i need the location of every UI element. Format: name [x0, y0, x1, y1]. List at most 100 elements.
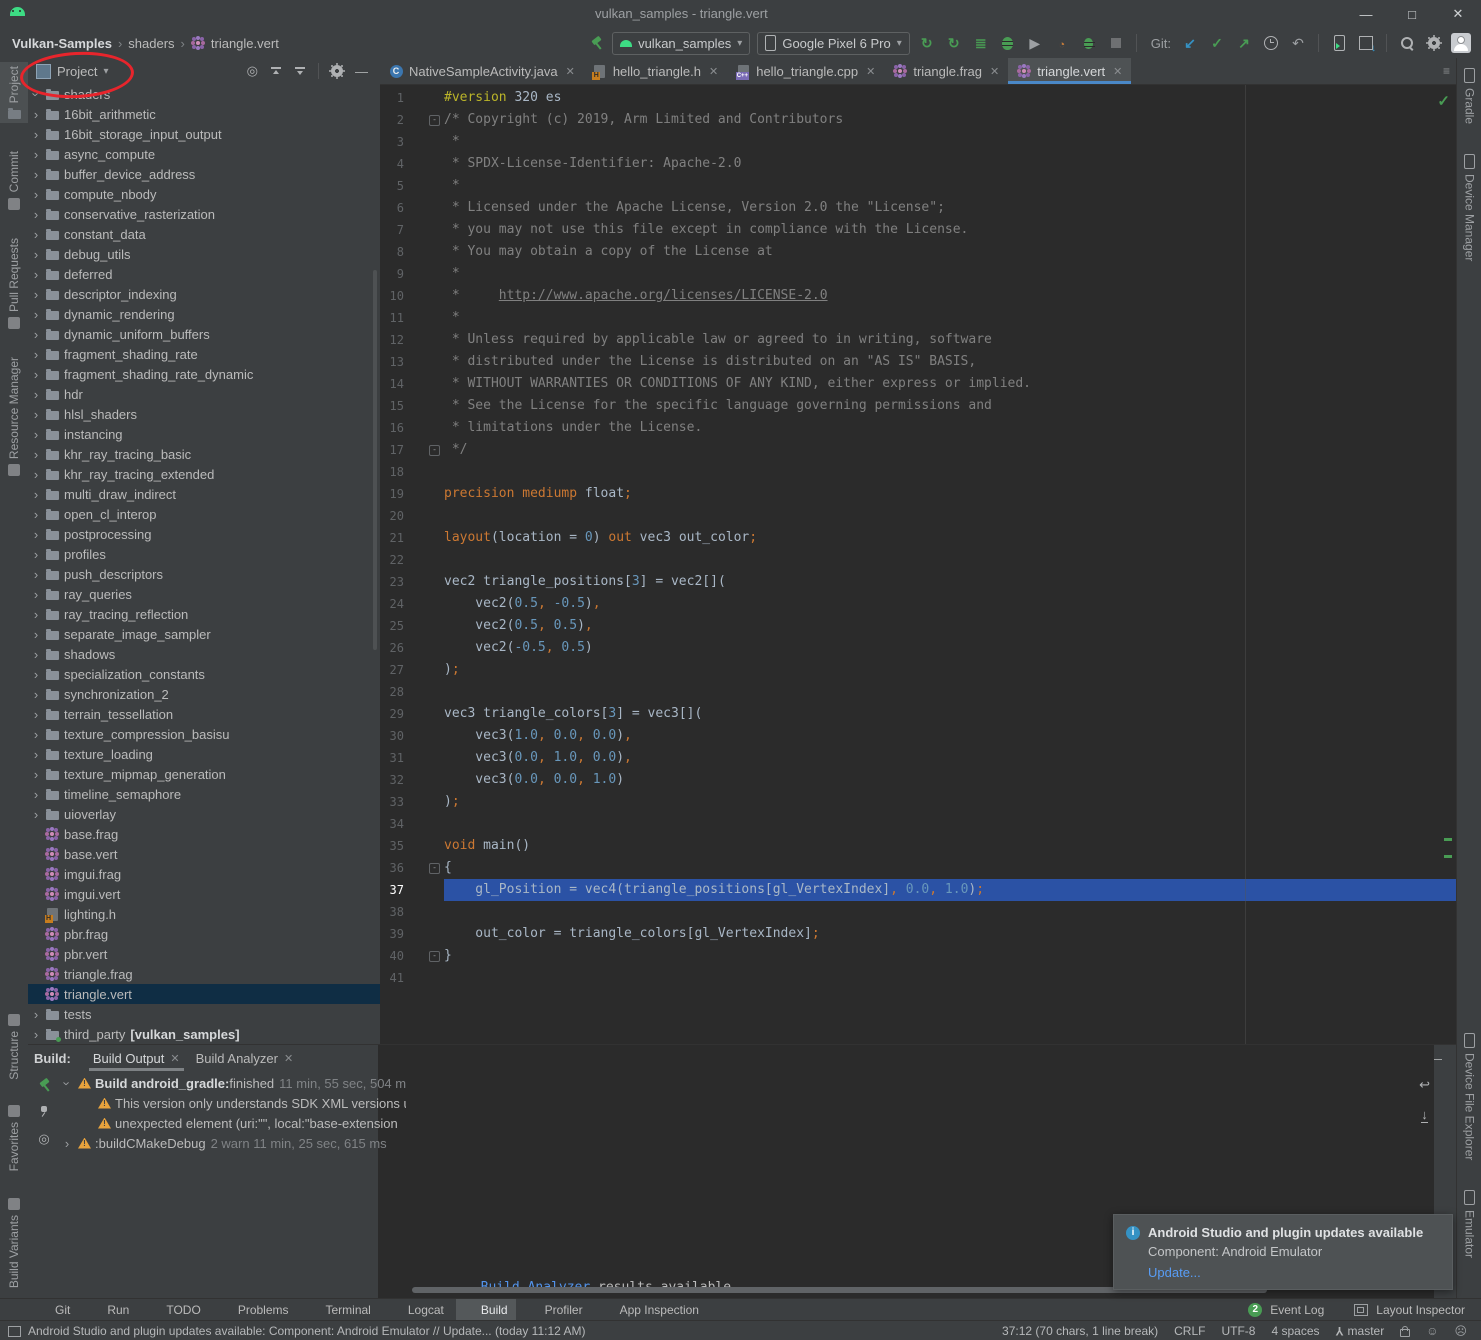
menu-item[interactable]: [106, 11, 122, 17]
code-line[interactable]: 9 - *: [380, 263, 1456, 285]
tree-chevron-icon[interactable]: [28, 387, 44, 402]
tree-chevron-icon[interactable]: [28, 327, 44, 342]
feedback-happy-icon[interactable]: ☺: [1426, 1324, 1438, 1338]
tree-row[interactable]: khr_ray_tracing_extended: [28, 464, 380, 484]
tree-row[interactable]: ray_queries: [28, 584, 380, 604]
code-line[interactable]: 5 - *: [380, 175, 1456, 197]
code-line[interactable]: 11 - *: [380, 307, 1456, 329]
code-line[interactable]: 22 -: [380, 549, 1456, 571]
tree-row[interactable]: pbr.vert: [28, 944, 380, 964]
tree-row[interactable]: conservative_rasterization: [28, 204, 380, 224]
hide-panel-icon[interactable]: —: [355, 64, 368, 79]
code-line[interactable]: 13 - * distributed under the License is …: [380, 351, 1456, 373]
tree-row[interactable]: postprocessing: [28, 524, 380, 544]
scroll-to-end-icon[interactable]: ↓: [1421, 1107, 1428, 1123]
tree-row[interactable]: dynamic_uniform_buffers: [28, 324, 380, 344]
code-line[interactable]: 41 -: [380, 967, 1456, 989]
tree-row[interactable]: separate_image_sampler: [28, 624, 380, 644]
tree-chevron-icon[interactable]: [28, 347, 44, 362]
code-line[interactable]: 10 - * http://www.apache.org/licenses/LI…: [380, 285, 1456, 307]
event-log-button[interactable]: Event Log: [1270, 1303, 1324, 1317]
close-tab-icon[interactable]: ✕: [284, 1052, 293, 1065]
tree-chevron-icon[interactable]: [28, 307, 44, 322]
code-line[interactable]: 24 - vec2(0.5, -0.5),: [380, 593, 1456, 615]
tree-row[interactable]: imgui.frag: [28, 864, 380, 884]
tree-chevron-icon[interactable]: [28, 647, 44, 662]
panel-settings-icon[interactable]: [331, 65, 343, 77]
tree-row[interactable]: constant_data: [28, 224, 380, 244]
code-line[interactable]: 39 - out_color = triangle_colors[gl_Vert…: [380, 923, 1456, 945]
code-line[interactable]: 8 - * You may obtain a copy of the Licen…: [380, 241, 1456, 263]
tree-row[interactable]: shaders: [28, 84, 380, 104]
tool-window-button[interactable]: Profiler: [520, 1299, 591, 1321]
layout-inspector-button[interactable]: Layout Inspector: [1376, 1303, 1465, 1317]
tree-chevron-icon[interactable]: [28, 227, 44, 242]
tree-row[interactable]: 16bit_arithmetic: [28, 104, 380, 124]
code-line[interactable]: 26 - vec2(-0.5, 0.5): [380, 637, 1456, 659]
tree-chevron-icon[interactable]: [28, 87, 44, 102]
tool-window-button[interactable]: Build Variants: [7, 1198, 21, 1288]
menu-item[interactable]: [178, 11, 194, 17]
tool-window-button[interactable]: Pull Requests: [7, 238, 21, 329]
code-line[interactable]: 19 - precision mediump float;: [380, 483, 1456, 505]
code-line[interactable]: 33 - );: [380, 791, 1456, 813]
soft-wrap-icon[interactable]: ↩: [1419, 1077, 1430, 1093]
device-manager-button[interactable]: [1329, 33, 1349, 53]
code-line[interactable]: 28 -: [380, 681, 1456, 703]
tree-chevron-icon[interactable]: [28, 747, 44, 762]
tree-row[interactable]: timeline_semaphore: [28, 784, 380, 804]
locate-file-icon[interactable]: ◎: [247, 63, 258, 79]
tool-window-button[interactable]: Terminal: [301, 1299, 379, 1321]
tool-window-button[interactable]: Emulator: [1463, 1190, 1477, 1258]
tree-row[interactable]: specialization_constants: [28, 664, 380, 684]
build-panel-tab[interactable]: Build Output✕: [85, 1045, 188, 1071]
code-line[interactable]: 1 - #version 320 es: [380, 87, 1456, 109]
editor-tab[interactable]: hello_triangle.h ✕: [584, 58, 727, 84]
tree-row[interactable]: compute_nbody: [28, 184, 380, 204]
code-line[interactable]: 21 - layout(location = 0) out vec3 out_c…: [380, 527, 1456, 549]
tree-chevron-icon[interactable]: [60, 1076, 74, 1091]
editor-tab[interactable]: hello_triangle.cpp ✕: [727, 58, 884, 84]
git-branch-widget[interactable]: Y master: [1336, 1324, 1385, 1338]
build-tree-row[interactable]: This version only understands SDK XML ve…: [60, 1093, 406, 1113]
close-tab-icon[interactable]: ✕: [566, 65, 575, 78]
attach-debugger-button[interactable]: ▶: [1025, 33, 1045, 53]
tree-chevron-icon[interactable]: [28, 207, 44, 222]
sdk-manager-button[interactable]: [1356, 33, 1376, 53]
maximize-button[interactable]: □: [1389, 0, 1435, 28]
tree-chevron-icon[interactable]: [28, 427, 44, 442]
debug-button[interactable]: [998, 33, 1018, 53]
close-tab-icon[interactable]: ✕: [990, 65, 999, 78]
code-line[interactable]: 18 -: [380, 461, 1456, 483]
build-tree-row[interactable]: Build android_gradle: finished 11 min, 5…: [60, 1073, 406, 1093]
tree-chevron-icon[interactable]: [28, 107, 44, 122]
tree-row[interactable]: debug_utils: [28, 244, 380, 264]
tree-chevron-icon[interactable]: [28, 1027, 44, 1042]
code-line[interactable]: 3 - *: [380, 131, 1456, 153]
filter-warnings-icon[interactable]: ◎: [38, 1131, 49, 1147]
tree-chevron-icon[interactable]: [28, 487, 44, 502]
code-line[interactable]: 34 -: [380, 813, 1456, 835]
build-analyzer-link[interactable]: Build Analyzer: [481, 1280, 591, 1287]
tree-row[interactable]: buffer_device_address: [28, 164, 380, 184]
tree-chevron-icon[interactable]: [28, 707, 44, 722]
tree-chevron-icon[interactable]: [28, 607, 44, 622]
code-line[interactable]: 37 - gl_Position = vec4(triangle_positio…: [380, 879, 1456, 901]
tool-window-button[interactable]: Favorites: [7, 1105, 21, 1171]
tree-row[interactable]: shadows: [28, 644, 380, 664]
tool-window-button[interactable]: Device File Explorer: [1463, 1033, 1477, 1160]
code-line[interactable]: 27 - );: [380, 659, 1456, 681]
code-line[interactable]: 23 - vec2 triangle_positions[3] = vec2[]…: [380, 571, 1456, 593]
run-button[interactable]: ↻: [917, 33, 937, 53]
code-line[interactable]: 38 -: [380, 901, 1456, 923]
breadcrumb-folder[interactable]: shaders: [128, 36, 174, 51]
tree-row[interactable]: lighting.h: [28, 904, 380, 924]
tree-chevron-icon[interactable]: [28, 247, 44, 262]
tree-chevron-icon[interactable]: [28, 147, 44, 162]
tree-chevron-icon[interactable]: [28, 567, 44, 582]
code-line[interactable]: 31 - vec3(0.0, 1.0, 0.0),: [380, 747, 1456, 769]
tree-chevron-icon[interactable]: [28, 727, 44, 742]
tree-row[interactable]: base.frag: [28, 824, 380, 844]
apply-code-changes-button[interactable]: ≣: [971, 33, 991, 53]
tree-row[interactable]: tests: [28, 1004, 380, 1024]
